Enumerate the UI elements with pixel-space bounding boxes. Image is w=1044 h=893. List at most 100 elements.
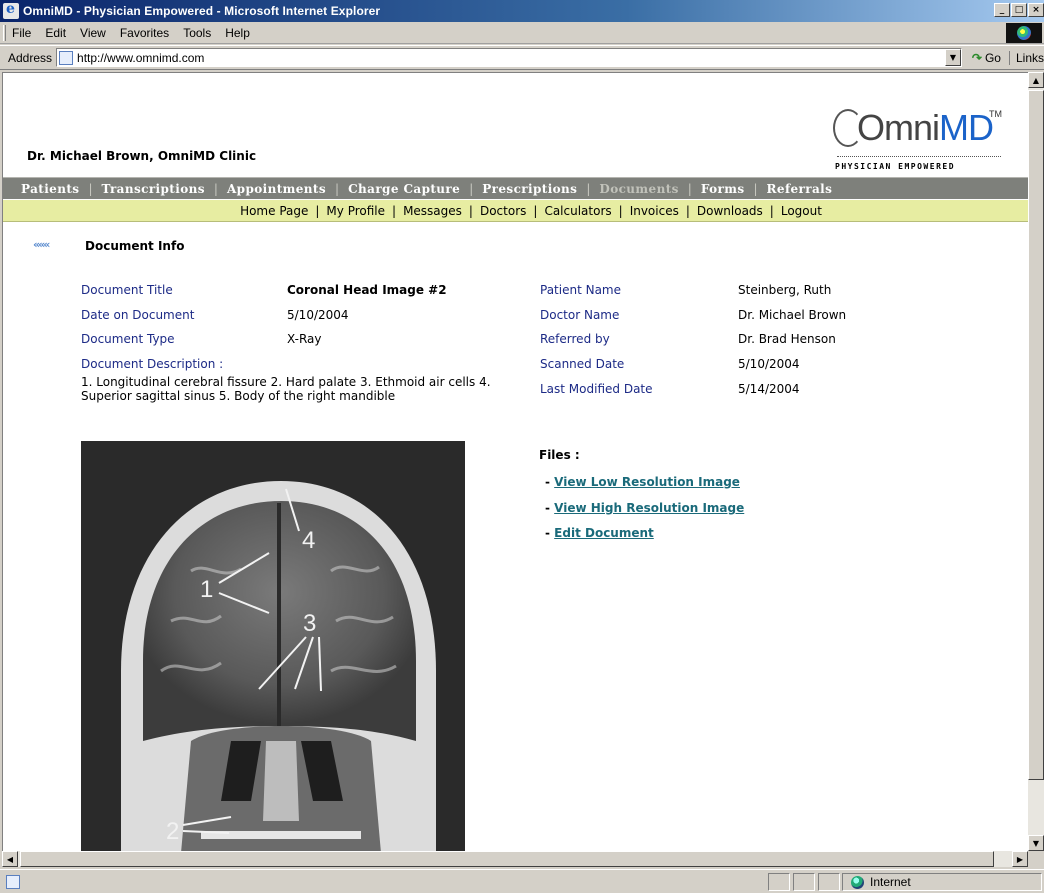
subnav-separator: | xyxy=(315,203,320,218)
document-description-label: Document Description : xyxy=(81,357,224,371)
vertical-scrollbar[interactable]: ▲ ▼ xyxy=(1028,72,1044,851)
site-header: Dr. Michael Brown, OmniMD Clinic OmniMD … xyxy=(3,73,1028,177)
view-high-resolution-link[interactable]: View High Resolution Image xyxy=(554,501,744,515)
image-label-2: 2 xyxy=(166,818,179,845)
file-item: - View Low Resolution Image xyxy=(545,475,740,489)
scanned-date-label: Scanned Date xyxy=(540,357,625,371)
file-item: - View High Resolution Image xyxy=(545,501,745,515)
go-arrow-icon: ↷ xyxy=(971,50,982,65)
toolbar-grip[interactable] xyxy=(3,24,6,41)
scanned-date-value: 5/10/2004 xyxy=(738,357,800,371)
menu-favorites[interactable]: Favorites xyxy=(120,26,169,40)
document-type-value: X-Ray xyxy=(287,332,322,346)
status-bar: Internet xyxy=(0,869,1044,893)
zone-label: Internet xyxy=(870,875,911,889)
menu-help[interactable]: Help xyxy=(225,26,250,40)
image-label-1: 1 xyxy=(200,576,213,603)
menu-edit[interactable]: Edit xyxy=(45,26,66,40)
maximize-button[interactable]: □ xyxy=(1011,3,1027,17)
subnav-separator: | xyxy=(468,203,473,218)
address-input[interactable]: http://www.omnimd.com ▼ xyxy=(56,48,962,67)
subnav-downloads[interactable]: Downloads xyxy=(697,204,763,218)
scroll-down-button[interactable]: ▼ xyxy=(1028,835,1044,851)
nav-charge-capture[interactable]: Charge Capture xyxy=(348,182,460,196)
status-panes xyxy=(768,873,840,891)
omnimd-logo[interactable]: OmniMD TM PHYSICIAN EMPOWERED xyxy=(829,105,1005,175)
nav-appointments[interactable]: Appointments xyxy=(227,182,326,196)
date-on-document-label: Date on Document xyxy=(81,308,195,322)
nav-referrals[interactable]: Referrals xyxy=(767,182,833,196)
patient-name-value: Steinberg, Ruth xyxy=(738,283,832,297)
subnav-separator: | xyxy=(392,203,397,218)
links-button[interactable]: Links xyxy=(1008,50,1044,65)
subnav-separator: | xyxy=(618,203,623,218)
menu-bar: File Edit View Favorites Tools Help xyxy=(0,22,1044,44)
patient-name-label: Patient Name xyxy=(540,283,621,297)
scroll-up-button[interactable]: ▲ xyxy=(1028,72,1044,88)
address-bar: Address http://www.omnimd.com ▼ ↷ Go Lin… xyxy=(0,45,1044,70)
minimize-button[interactable]: _ xyxy=(994,3,1010,17)
nav-separator: | xyxy=(469,181,474,196)
document-type-label: Document Type xyxy=(81,332,175,346)
page-viewport: Dr. Michael Brown, OmniMD Clinic OmniMD … xyxy=(2,72,1028,851)
nav-separator: | xyxy=(335,181,340,196)
coronal-head-image: 1 2 3 4 xyxy=(81,441,465,851)
subnav-separator: | xyxy=(685,203,690,218)
nav-separator: | xyxy=(687,181,692,196)
subnav-messages[interactable]: Messages xyxy=(403,204,462,218)
go-button[interactable]: ↷ Go xyxy=(972,51,1001,65)
nav-patients[interactable]: Patients xyxy=(21,182,79,196)
section-title: Document Info xyxy=(85,239,185,253)
edit-document-link[interactable]: Edit Document xyxy=(554,526,654,540)
windows-logo-icon xyxy=(1006,23,1042,43)
back-arrows-icon[interactable]: ««« xyxy=(33,238,50,251)
subnav-separator: | xyxy=(769,203,774,218)
nav-documents[interactable]: Documents xyxy=(599,182,678,196)
referred-by-value: Dr. Brad Henson xyxy=(738,332,836,346)
nav-separator: | xyxy=(88,181,93,196)
vertical-scroll-thumb[interactable] xyxy=(1028,90,1044,780)
window-title: OmniMD - Physician Empowered - Microsoft… xyxy=(23,4,381,18)
subnav-my-profile[interactable]: My Profile xyxy=(326,204,385,218)
scroll-left-button[interactable]: ◀ xyxy=(2,851,18,867)
menu-file[interactable]: File xyxy=(12,26,31,40)
page-status-icon xyxy=(6,874,20,889)
window-controls: _ □ × xyxy=(994,3,1044,17)
document-description-value: 1. Longitudinal cerebral fissure 2. Hard… xyxy=(81,375,491,403)
menu-tools[interactable]: Tools xyxy=(183,26,211,40)
date-on-document-value: 5/10/2004 xyxy=(287,308,349,322)
scroll-right-button[interactable]: ▶ xyxy=(1012,851,1028,867)
subnav-home-page[interactable]: Home Page xyxy=(240,204,308,218)
last-modified-date-value: 5/14/2004 xyxy=(738,382,800,396)
address-label: Address xyxy=(8,50,53,65)
view-low-resolution-link[interactable]: View Low Resolution Image xyxy=(554,475,740,489)
nav-separator: | xyxy=(753,181,758,196)
clinic-name: Dr. Michael Brown, OmniMD Clinic xyxy=(27,149,257,163)
logo-wordmark: OmniMD xyxy=(857,107,994,149)
subnav-invoices[interactable]: Invoices xyxy=(630,204,679,218)
subnav-doctors[interactable]: Doctors xyxy=(480,204,526,218)
logo-divider xyxy=(837,156,1001,157)
primary-nav: Patients | Transcriptions | Appointments… xyxy=(3,177,1028,199)
logo-md: MD xyxy=(939,107,994,148)
image-label-4: 4 xyxy=(302,527,315,554)
nav-separator: | xyxy=(586,181,591,196)
horizontal-scrollbar[interactable]: ◀ ▶ xyxy=(2,851,1028,867)
title-bar: OmniMD - Physician Empowered - Microsoft… xyxy=(0,0,1044,22)
nav-transcriptions[interactable]: Transcriptions xyxy=(101,182,204,196)
nav-separator: | xyxy=(213,181,218,196)
horizontal-scroll-thumb[interactable] xyxy=(20,851,994,867)
nav-forms[interactable]: Forms xyxy=(701,182,745,196)
subnav-calculators[interactable]: Calculators xyxy=(544,204,611,218)
status-pane xyxy=(818,873,840,891)
address-dropdown-button[interactable]: ▼ xyxy=(944,49,961,66)
subnav-logout[interactable]: Logout xyxy=(781,204,822,218)
file-item: - Edit Document xyxy=(545,526,654,540)
menu-view[interactable]: View xyxy=(80,26,106,40)
files-heading: Files : xyxy=(539,448,580,462)
last-modified-date-label: Last Modified Date xyxy=(540,382,653,396)
referred-by-label: Referred by xyxy=(540,332,610,346)
close-button[interactable]: × xyxy=(1028,3,1044,17)
go-label: Go xyxy=(984,50,1001,65)
nav-prescriptions[interactable]: Prescriptions xyxy=(482,182,577,196)
